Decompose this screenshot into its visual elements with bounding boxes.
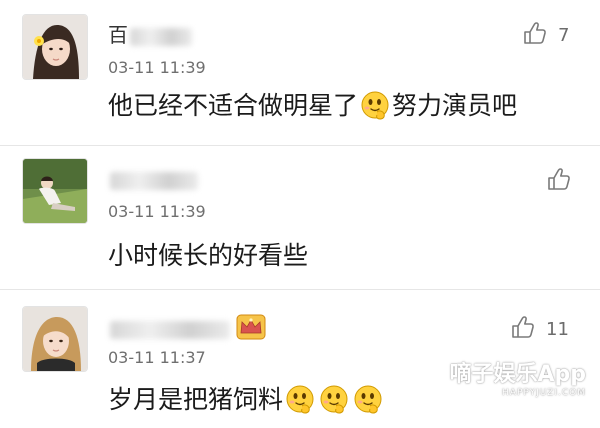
comment-text: 他已经不适合做明星了 努力演员吧 [108, 90, 517, 122]
thumbs-up-icon [522, 20, 548, 46]
avatar-image [23, 159, 87, 223]
like-count: 11 [546, 319, 569, 340]
comment-text-part: 他已经不适合做明星了 [108, 91, 359, 120]
watermark: 嘀子娱乐App HAPPYJUZI.COM [449, 362, 586, 399]
comment-text: 岁月是把猪饲料 [108, 384, 385, 416]
username[interactable] [108, 168, 198, 190]
comment-text: 小时候长的好看些 [108, 241, 309, 270]
like-button[interactable]: 11 [510, 314, 569, 343]
smiling-face-icon [319, 384, 349, 414]
username[interactable] [108, 314, 266, 340]
avatar-image [23, 307, 87, 371]
like-button[interactable] [546, 166, 572, 195]
timestamp: 03-11 11:39 [108, 202, 206, 221]
timestamp: 03-11 11:37 [108, 348, 206, 367]
avatar[interactable] [22, 14, 88, 80]
divider [0, 289, 600, 290]
like-count: 7 [558, 25, 570, 46]
watermark-domain: HAPPYJUZI.COM [502, 388, 586, 398]
smiling-face-icon [360, 90, 390, 120]
username-visible-text: 百 [108, 23, 128, 47]
timestamp: 03-11 11:39 [108, 58, 206, 77]
thumbs-up-icon [546, 166, 572, 192]
comment-text-part: 努力演员吧 [392, 91, 518, 120]
avatar[interactable] [22, 306, 88, 372]
username-blurred [110, 320, 230, 339]
avatar-image [23, 15, 87, 79]
username-blurred [130, 27, 192, 46]
crown-icon [236, 314, 266, 340]
divider [0, 145, 600, 146]
thumbs-up-icon [510, 314, 536, 340]
username-blurred [110, 171, 198, 190]
comment-text-part: 岁月是把猪饲料 [108, 385, 284, 414]
avatar[interactable] [22, 158, 88, 224]
like-button[interactable]: 7 [522, 20, 569, 49]
watermark-brand: 嘀子娱乐App [449, 362, 586, 387]
smiling-face-icon [285, 384, 315, 414]
username[interactable]: 百 [108, 24, 192, 46]
smiling-face-icon [353, 384, 383, 414]
